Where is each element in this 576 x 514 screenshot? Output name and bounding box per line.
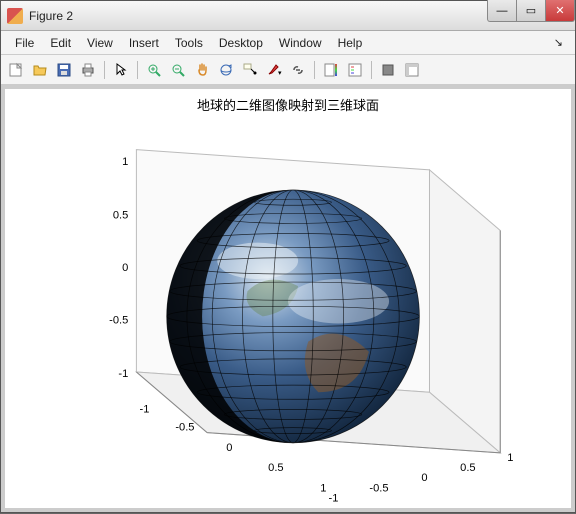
pointer-icon[interactable] bbox=[110, 59, 132, 81]
x-axis-ticks: -1 -0.5 0 0.5 1 bbox=[329, 452, 514, 504]
zoom-in-icon[interactable] bbox=[143, 59, 165, 81]
figure-window: Figure 2 — ▭ ✕ File Edit View Insert Too… bbox=[0, 0, 576, 513]
menu-edit[interactable]: Edit bbox=[42, 34, 79, 52]
svg-text:0: 0 bbox=[226, 442, 232, 454]
maximize-button[interactable]: ▭ bbox=[516, 0, 546, 22]
svg-text:0: 0 bbox=[122, 262, 128, 274]
new-figure-icon[interactable] bbox=[5, 59, 27, 81]
menu-file[interactable]: File bbox=[7, 34, 42, 52]
window-controls: — ▭ ✕ bbox=[488, 1, 575, 30]
titlebar[interactable]: Figure 2 — ▭ ✕ bbox=[1, 1, 575, 31]
svg-text:0.5: 0.5 bbox=[268, 462, 283, 474]
menu-desktop[interactable]: Desktop bbox=[211, 34, 271, 52]
close-button[interactable]: ✕ bbox=[545, 0, 575, 22]
svg-text:-0.5: -0.5 bbox=[109, 314, 128, 326]
menu-tools[interactable]: Tools bbox=[167, 34, 211, 52]
pan-icon[interactable] bbox=[191, 59, 213, 81]
svg-text:-1: -1 bbox=[329, 492, 339, 504]
toolbar: ▾ bbox=[1, 55, 575, 85]
menubar: File Edit View Insert Tools Desktop Wind… bbox=[1, 31, 575, 55]
toolbar-separator bbox=[137, 61, 138, 79]
show-tools-icon[interactable] bbox=[401, 59, 423, 81]
minimize-button[interactable]: — bbox=[487, 0, 517, 22]
toolbar-separator bbox=[314, 61, 315, 79]
svg-text:1: 1 bbox=[320, 482, 326, 494]
menu-window[interactable]: Window bbox=[271, 34, 330, 52]
svg-text:▾: ▾ bbox=[278, 70, 282, 77]
svg-text:-0.5: -0.5 bbox=[369, 482, 388, 494]
svg-text:-0.5: -0.5 bbox=[175, 422, 194, 434]
colorbar-icon[interactable] bbox=[320, 59, 342, 81]
link-plot-icon[interactable] bbox=[287, 59, 309, 81]
svg-text:-1: -1 bbox=[118, 368, 128, 380]
svg-text:0.5: 0.5 bbox=[113, 209, 128, 221]
svg-text:-1: -1 bbox=[140, 403, 150, 415]
svg-text:0: 0 bbox=[421, 472, 427, 484]
z-axis-ticks: 1 0.5 0 -0.5 -1 bbox=[109, 156, 128, 380]
open-icon[interactable] bbox=[29, 59, 51, 81]
matlab-figure-icon bbox=[7, 8, 23, 24]
axes-3d[interactable]: 地球的二维图像映射到三维球面 1 bbox=[5, 89, 571, 508]
menu-overflow-icon[interactable]: ↘ bbox=[548, 34, 569, 51]
toolbar-separator bbox=[104, 61, 105, 79]
data-cursor-icon[interactable] bbox=[239, 59, 261, 81]
menu-insert[interactable]: Insert bbox=[121, 34, 167, 52]
svg-text:1: 1 bbox=[122, 156, 128, 168]
svg-text:0.5: 0.5 bbox=[460, 462, 475, 474]
toolbar-separator bbox=[371, 61, 372, 79]
brush-icon[interactable]: ▾ bbox=[263, 59, 285, 81]
legend-icon[interactable] bbox=[344, 59, 366, 81]
window-title: Figure 2 bbox=[29, 9, 488, 23]
menu-help[interactable]: Help bbox=[330, 34, 371, 52]
zoom-out-icon[interactable] bbox=[167, 59, 189, 81]
svg-text:1: 1 bbox=[507, 452, 513, 464]
figure-canvas-container: 地球的二维图像映射到三维球面 1 bbox=[1, 85, 575, 512]
rotate3d-icon[interactable] bbox=[215, 59, 237, 81]
hide-tools-icon[interactable] bbox=[377, 59, 399, 81]
menu-view[interactable]: View bbox=[79, 34, 121, 52]
print-icon[interactable] bbox=[77, 59, 99, 81]
axes-svg: 1 0.5 0 -0.5 -1 -1 -0.5 0 0.5 1 -1 bbox=[5, 89, 571, 514]
save-icon[interactable] bbox=[53, 59, 75, 81]
